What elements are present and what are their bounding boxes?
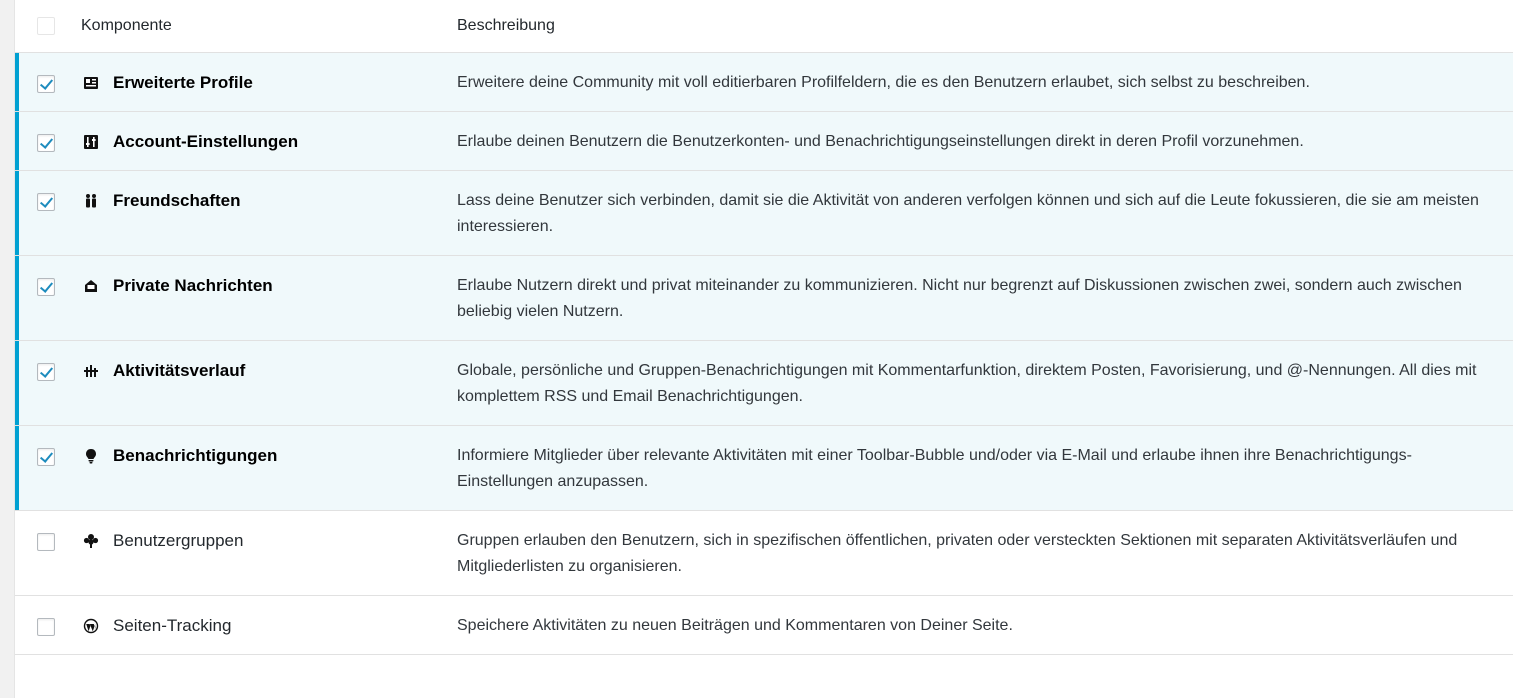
component-row-benutzergruppen: Benutzergruppen Gruppen erlauben den Benu…: [15, 511, 1513, 596]
profile-card-icon: [81, 70, 101, 96]
component-name-cell: Seiten-Tracking: [75, 596, 457, 655]
component-name[interactable]: Account-Einstellungen: [113, 129, 298, 155]
component-description: Speichere Aktivitäten zu neuen Beiträgen…: [457, 617, 1013, 634]
component-description: Erlaube deinen Benutzern die Benutzerkon…: [457, 133, 1304, 150]
component-row-private-nachrichten: Private Nachrichten Erlaube Nutzern direk…: [15, 255, 1513, 341]
component-description: Informiere Mitglieder über relevante Akt…: [457, 447, 1412, 490]
component-name-wrap: Erweiterte Profile: [75, 70, 457, 96]
component-name-wrap: Private Nachrichten: [75, 273, 457, 299]
component-description: Gruppen erlauben den Benutzern, sich in …: [457, 532, 1458, 575]
component-description: Globale, persönliche und Gruppen-Benachr…: [457, 362, 1477, 405]
component-row-freundschaften: Freundschaften Lass deine Benutzer sich v…: [15, 170, 1513, 256]
checkbox-benachrichtigungen[interactable]: [37, 448, 55, 466]
component-name-cell: Aktivitätsverlauf: [75, 341, 457, 426]
component-name[interactable]: Aktivitätsverlauf: [113, 358, 245, 384]
component-name-wrap: Benutzergruppen: [75, 528, 457, 554]
component-description-cell: Erlaube deinen Benutzern die Benutzerkon…: [457, 112, 1513, 171]
component-name-cell: Account-Einstellungen: [75, 112, 457, 171]
components-table: Komponente Beschreibung Erweiterte Profi…: [15, 0, 1513, 655]
column-header-description: Beschreibung: [457, 0, 1513, 53]
component-name-cell: Freundschaften: [75, 171, 457, 256]
row-checkbox-cell: [15, 112, 75, 171]
row-checkbox-cell: [15, 53, 75, 112]
table-header-row: Komponente Beschreibung: [15, 0, 1513, 53]
settings-panel-icon: [81, 129, 101, 155]
checkbox-aktivitaetsverlauf[interactable]: [37, 363, 55, 381]
component-description: Erweitere deine Community mit voll editi…: [457, 74, 1310, 91]
component-name-cell: Benutzergruppen: [75, 511, 457, 596]
component-row-aktivitaetsverlauf: Aktivitätsverlauf Globale, persönliche un…: [15, 340, 1513, 426]
row-checkbox-cell: [15, 256, 75, 341]
component-name-wrap: Aktivitätsverlauf: [75, 358, 457, 384]
component-description: Erlaube Nutzern direkt und privat mitein…: [457, 277, 1462, 320]
row-checkbox-cell: [15, 426, 75, 511]
component-name[interactable]: Freundschaften: [113, 188, 241, 214]
checkbox-seiten-tracking[interactable]: [37, 618, 55, 636]
checkmark-icon: [39, 135, 54, 149]
component-name-cell: Private Nachrichten: [75, 256, 457, 341]
component-description-cell: Lass deine Benutzer sich verbinden, dami…: [457, 171, 1513, 256]
component-name-wrap: Seiten-Tracking: [75, 613, 457, 639]
components-table-body: Erweiterte Profile Erweitere deine Commun…: [15, 52, 1513, 655]
component-description-cell: Speichere Aktivitäten zu neuen Beiträgen…: [457, 596, 1513, 655]
component-description: Lass deine Benutzer sich verbinden, dami…: [457, 192, 1479, 235]
checkbox-account-einstellungen[interactable]: [37, 134, 55, 152]
checkmark-icon: [39, 194, 54, 208]
checkbox-freundschaften[interactable]: [37, 193, 55, 211]
component-name-wrap: Freundschaften: [75, 188, 457, 214]
component-description-cell: Globale, persönliche und Gruppen-Benachr…: [457, 341, 1513, 426]
component-name-wrap: Account-Einstellungen: [75, 129, 457, 155]
component-name[interactable]: Erweiterte Profile: [113, 70, 253, 96]
component-row-erweiterte-profile: Erweiterte Profile Erweitere deine Commun…: [15, 52, 1513, 112]
component-name[interactable]: Private Nachrichten: [113, 273, 273, 299]
select-all-checkbox[interactable]: [37, 17, 55, 35]
checkmark-icon: [39, 364, 54, 378]
component-name-wrap: Benachrichtigungen: [75, 443, 457, 469]
component-row-account-einstellungen: Account-Einstellungen Erlaube deinen Benu…: [15, 111, 1513, 171]
component-name-cell: Benachrichtigungen: [75, 426, 457, 511]
row-checkbox-cell: [15, 596, 75, 655]
component-name-cell: Erweiterte Profile: [75, 53, 457, 112]
checkmark-icon: [39, 76, 54, 90]
checkbox-private-nachrichten[interactable]: [37, 278, 55, 296]
column-header-component[interactable]: Komponente: [75, 0, 457, 53]
row-checkbox-cell: [15, 171, 75, 256]
components-table-container: Komponente Beschreibung Erweiterte Profi…: [14, 0, 1513, 698]
component-description-cell: Informiere Mitglieder über relevante Akt…: [457, 426, 1513, 511]
friends-icon: [81, 188, 101, 214]
groups-icon: [81, 528, 101, 554]
checkmark-icon: [39, 449, 54, 463]
component-name[interactable]: Seiten-Tracking: [113, 613, 231, 639]
component-description-cell: Erweitere deine Community mit voll editi…: [457, 53, 1513, 112]
component-row-seiten-tracking: Seiten-Tracking Speichere Aktivitäten zu …: [15, 596, 1513, 655]
component-name[interactable]: Benutzergruppen: [113, 528, 243, 554]
activity-icon: [81, 358, 101, 384]
lightbulb-icon: [81, 443, 101, 469]
inbox-icon: [81, 273, 101, 299]
component-description-cell: Erlaube Nutzern direkt und privat mitein…: [457, 256, 1513, 341]
wordpress-icon: [81, 613, 101, 639]
component-name[interactable]: Benachrichtigungen: [113, 443, 277, 469]
checkbox-benutzergruppen[interactable]: [37, 533, 55, 551]
select-all-cell: [15, 0, 75, 53]
row-checkbox-cell: [15, 511, 75, 596]
component-description-cell: Gruppen erlauben den Benutzern, sich in …: [457, 511, 1513, 596]
checkbox-erweiterte-profile[interactable]: [37, 75, 55, 93]
checkmark-icon: [39, 279, 54, 293]
component-row-benachrichtigungen: Benachrichtigungen Informiere Mitglieder …: [15, 425, 1513, 511]
row-checkbox-cell: [15, 341, 75, 426]
